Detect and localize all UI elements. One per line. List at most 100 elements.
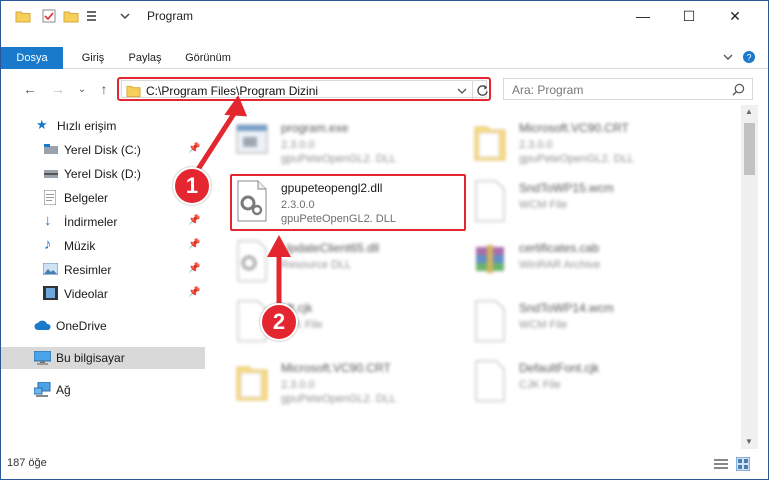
sidebar-item-label: Videolar: [64, 287, 108, 301]
file-name: DefaultFont.cjk: [519, 361, 600, 375]
folder-icon: [126, 85, 141, 98]
properties-icon[interactable]: [41, 8, 57, 24]
callout-badge-2: 2: [260, 303, 298, 341]
sidebar-item-label: Bu bilgisayar: [56, 351, 125, 365]
scrollbar-thumb[interactable]: [744, 123, 755, 175]
file-item[interactable]: DefaultFont.cjk CJK File: [471, 353, 701, 409]
download-icon: ↓: [44, 212, 52, 229]
up-arrow-icon[interactable]: ↑: [95, 79, 113, 99]
blank-file-icon: [475, 180, 505, 222]
file-type: WCM File: [519, 319, 568, 331]
navigation-pane: ★ Hızlı erişim Yerel Disk (C:) 📌 Yerel D…: [1, 105, 205, 449]
sidebar-item-label: Belgeler: [64, 191, 109, 205]
blank-file-icon: [475, 300, 505, 342]
folder-icon: [474, 126, 506, 161]
sidebar-item-label: İndirmeler: [64, 215, 118, 229]
network-icon: [34, 382, 51, 397]
file-type: CJK File: [519, 379, 561, 391]
scroll-up-icon[interactable]: ▲: [745, 107, 753, 116]
sidebar-item-pictures[interactable]: Resimler 📌: [1, 259, 205, 281]
file-item[interactable]: program.exe 2.3.0.0 gpuPeteOpenGL2. DLL: [233, 113, 463, 169]
details-view-icon[interactable]: [714, 458, 728, 470]
file-description: gpuPeteOpenGL2. DLL: [519, 153, 634, 165]
tab-file[interactable]: Dosya: [1, 47, 63, 69]
file-item[interactable]: SndToWP14.wcm WCM File: [471, 293, 701, 349]
forward-arrow-icon[interactable]: →: [49, 79, 67, 99]
music-icon: ♪: [44, 236, 52, 253]
pin-icon[interactable]: 📌: [188, 239, 200, 250]
tab-view[interactable]: Görünüm: [175, 47, 241, 69]
pin-icon[interactable]: 📌: [188, 143, 200, 154]
file-name: program.exe: [281, 121, 349, 135]
exe-file-icon: [236, 124, 268, 154]
pin-icon[interactable]: 📌: [188, 215, 200, 226]
status-bar: 187 öğe: [1, 453, 768, 475]
pin-icon[interactable]: 📌: [188, 287, 200, 298]
sidebar-item-music[interactable]: ♪ Müzik 📌: [1, 235, 205, 257]
tab-home[interactable]: Giriş: [71, 47, 115, 69]
file-item[interactable]: certificates.cab WinRAR Archive: [471, 233, 701, 289]
sidebar-item-onedrive[interactable]: OneDrive: [1, 315, 205, 337]
sidebar-item-label: Yerel Disk (C:): [64, 143, 141, 157]
ribbon-tabs: Dosya Giriş Paylaş Görünüm ?: [1, 47, 768, 69]
sidebar-item-local-disk-c[interactable]: Yerel Disk (C:) 📌: [1, 139, 205, 161]
file-name: SndToWP15.wcm: [519, 181, 614, 195]
refresh-icon[interactable]: [476, 84, 489, 97]
file-name: UpdateClient65.dll: [281, 241, 380, 255]
sidebar-item-videos[interactable]: Videolar 📌: [1, 283, 205, 305]
file-item[interactable]: SndToWP15.wcm WCM File: [471, 173, 701, 229]
file-type: WCM File: [519, 199, 568, 211]
sidebar-item-downloads[interactable]: ↓ İndirmeler 📌: [1, 211, 205, 233]
file-item[interactable]: Microsoft.VC90.CRT 2.3.0.0 gpuPeteOpenGL…: [471, 113, 701, 169]
file-item[interactable]: UpdateClient65.dll Resource DLL: [233, 233, 463, 289]
drive-icon: [44, 144, 58, 154]
file-version: 2.3.0.0: [519, 139, 553, 151]
vertical-scrollbar[interactable]: ▲ ▼: [741, 105, 758, 449]
customize-toolbar-icon[interactable]: [85, 8, 101, 24]
sidebar-item-this-pc[interactable]: Bu bilgisayar: [1, 347, 205, 369]
file-name: SndToWP14.wcm: [519, 301, 614, 315]
sidebar-item-quick-access[interactable]: ★ Hızlı erişim: [1, 115, 205, 137]
title-bar: Program — ☐ ✕: [1, 1, 768, 31]
svg-text:?: ?: [746, 53, 751, 63]
search-icon[interactable]: [732, 83, 745, 96]
close-button[interactable]: ✕: [712, 1, 758, 31]
callout-badge-1: 1: [173, 167, 211, 205]
cloud-icon: [34, 320, 51, 330]
folder-icon: [236, 366, 268, 401]
file-version: 2.3.0.0: [281, 379, 315, 391]
window-title: Program: [147, 9, 194, 23]
file-name: certificates.cab: [519, 241, 600, 255]
file-item[interactable]: Microsoft.VC90.CRT 2.3.0.0 gpuPeteOpenGL…: [233, 353, 463, 409]
highlight-box: [230, 174, 466, 231]
scroll-down-icon[interactable]: ▼: [745, 437, 753, 446]
maximize-button[interactable]: ☐: [666, 1, 712, 31]
sidebar-item-label: Müzik: [64, 239, 96, 253]
search-input[interactable]: Ara: Program: [512, 83, 583, 97]
address-bar[interactable]: C:\Program Files\Program Dizini: [117, 77, 491, 101]
star-icon: ★: [36, 117, 48, 132]
computer-icon: [34, 351, 51, 365]
minimize-button[interactable]: —: [620, 1, 666, 31]
recent-locations-icon[interactable]: ⌄: [73, 79, 91, 99]
search-field[interactable]: Ara: Program: [503, 78, 753, 100]
sidebar-item-network[interactable]: Ağ: [1, 379, 205, 401]
sidebar-item-label: Resimler: [64, 263, 112, 277]
back-arrow-icon[interactable]: ←: [21, 79, 39, 99]
chevron-down-icon[interactable]: [722, 51, 734, 63]
address-path[interactable]: C:\Program Files\Program Dizini: [146, 84, 318, 98]
file-description: gpuPeteOpenGL2. DLL: [281, 153, 396, 165]
new-folder-icon[interactable]: [63, 8, 79, 24]
chevron-down-icon[interactable]: [117, 8, 133, 24]
chevron-down-icon[interactable]: [457, 86, 467, 96]
sidebar-item-label: Yerel Disk (D:): [64, 167, 141, 181]
help-icon[interactable]: ?: [742, 50, 756, 64]
file-name: Microsoft.VC90.CRT: [281, 361, 391, 375]
tab-share[interactable]: Paylaş: [119, 47, 171, 69]
pictures-icon: [43, 263, 58, 275]
file-type: WinRAR Archive: [519, 259, 601, 271]
item-count: 187 öğe: [7, 457, 47, 469]
tiles-view-icon[interactable]: [736, 457, 750, 471]
pin-icon[interactable]: 📌: [188, 263, 200, 274]
file-type: Resource DLL: [281, 259, 352, 271]
